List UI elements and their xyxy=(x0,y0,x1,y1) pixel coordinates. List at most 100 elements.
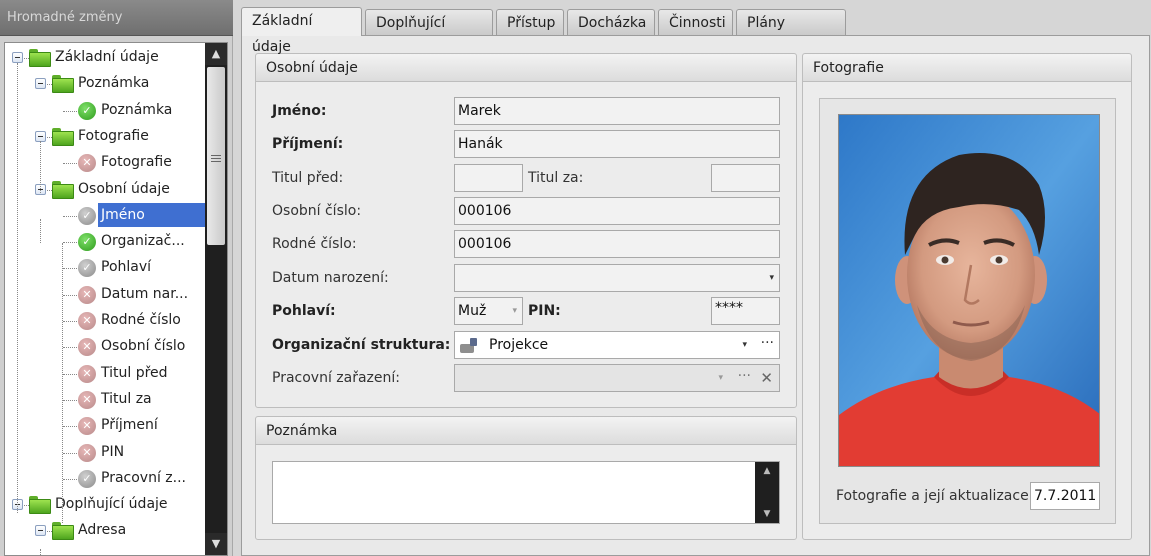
folder-icon xyxy=(52,180,74,199)
scroll-down-icon[interactable]: ▼ xyxy=(755,509,779,519)
last-name-label: Příjmení: xyxy=(272,136,344,152)
cross-status-icon: ✕ xyxy=(78,285,96,304)
tree-item-label: Datum nar... xyxy=(101,285,189,302)
tree-guide-line xyxy=(62,243,63,523)
mass-changes-header: Hromadné změny xyxy=(0,0,233,36)
tree-item[interactable]: Fotografie xyxy=(5,124,205,150)
folder-icon xyxy=(29,49,51,67)
tree-item[interactable]: Základní údaje xyxy=(5,45,205,71)
cross-status-icon: ✕ xyxy=(78,154,96,173)
scroll-up-icon[interactable]: ▲ xyxy=(755,466,779,476)
scroll-up-button[interactable]: ▲ xyxy=(205,43,227,65)
tree-guide-line xyxy=(40,141,41,193)
tree-item[interactable]: ✕ Fotografie xyxy=(5,150,205,176)
tree-scrollbar[interactable]: ▲ ▼ xyxy=(205,43,227,555)
note-textarea[interactable]: ▲ ▼ xyxy=(272,461,780,524)
tree-item[interactable]: Doplňující údaje xyxy=(5,492,205,518)
folder-icon xyxy=(29,496,51,515)
photo-group: Fotografie Fotografie a její aktualizace… xyxy=(802,53,1132,540)
first-name-label: Jméno: xyxy=(272,103,327,119)
ellipsis-icon[interactable]: ··· xyxy=(738,363,751,389)
scroll-thumb[interactable] xyxy=(207,67,225,245)
chevron-down-icon[interactable]: ▾ xyxy=(718,365,723,391)
cross-status-icon: ✕ xyxy=(78,443,96,462)
chevron-down-icon[interactable]: ▾ xyxy=(769,265,774,291)
tab-1[interactable]: Doplňující údaje xyxy=(365,9,493,57)
tree-item-label: Titul před xyxy=(101,364,168,381)
check-status-icon: ✓ xyxy=(78,233,96,252)
birth-date-picker[interactable]: ▾ xyxy=(454,264,780,292)
collapse-icon[interactable] xyxy=(35,78,46,90)
employee-photo[interactable] xyxy=(838,114,1100,467)
title-before-field[interactable] xyxy=(454,164,523,192)
tree-item[interactable]: ✓ Organizač... xyxy=(5,229,205,255)
tree-item[interactable]: Poznámka xyxy=(5,71,205,97)
chevron-down-icon[interactable]: ▾ xyxy=(742,332,747,358)
chevron-down-icon[interactable]: ▾ xyxy=(512,298,517,324)
tree-item-label: Adresa xyxy=(78,522,127,539)
title-after-field[interactable] xyxy=(711,164,780,192)
pin-field[interactable]: **** xyxy=(711,297,780,325)
gender-value: Muž xyxy=(458,303,487,319)
tree-item[interactable]: ✕ Titul za xyxy=(5,387,205,413)
tree-item[interactable]: ✕ Rodné číslo xyxy=(5,308,205,334)
tree-guide-line xyxy=(40,219,41,243)
tree-item[interactable]: ✕ Osobní číslo xyxy=(5,334,205,360)
birth-date-label: Datum narození: xyxy=(272,270,389,286)
title-before-label: Titul před: xyxy=(272,170,344,186)
birth-number-label: Rodné číslo: xyxy=(272,236,357,252)
tree-item[interactable]: ✕ Datum nar... xyxy=(5,282,205,308)
tree-item[interactable]: ✓ Pracovní z... xyxy=(5,466,205,492)
fields-tree[interactable]: ▲ ▼ Základní údaje Poznámka ✓ Poznámka Fotog… xyxy=(4,42,228,556)
note-group: Poznámka ▲ ▼ xyxy=(255,416,797,540)
personal-number-field[interactable]: 000106 xyxy=(454,197,780,225)
first-name-field[interactable]: Marek xyxy=(454,97,780,125)
folder-icon xyxy=(52,522,74,541)
photo-frame: Fotografie a její aktualizace: 7.7.2011 xyxy=(819,98,1116,524)
birth-number-field[interactable]: 000106 xyxy=(454,230,780,258)
job-position-select[interactable]: ▾ ··· ✕ xyxy=(454,364,780,392)
clear-icon[interactable]: ✕ xyxy=(760,365,773,391)
gender-label: Pohlaví: xyxy=(272,303,336,319)
cross-status-icon: ✕ xyxy=(78,417,96,436)
portrait-image xyxy=(839,115,1099,466)
tree-item[interactable]: ✕ Příjmení xyxy=(5,413,205,439)
tree-guide-line xyxy=(40,549,41,555)
last-name-field[interactable]: Hanák xyxy=(454,130,780,158)
personal-number-label: Osobní číslo: xyxy=(272,203,362,219)
gender-select[interactable]: Muž ▾ xyxy=(454,297,523,325)
tree-item[interactable]: ✓ Poznámka xyxy=(5,98,205,124)
scroll-down-button[interactable]: ▼ xyxy=(205,533,227,555)
tree-item-label: Pracovní z... xyxy=(101,469,186,486)
tree-item[interactable]: ✓ Pohlaví xyxy=(5,255,205,281)
collapse-icon[interactable] xyxy=(12,52,23,63)
tab-3[interactable]: Docházka xyxy=(567,9,655,35)
org-structure-select[interactable]: Projekce ▾ ··· xyxy=(454,331,780,359)
photo-update-date[interactable]: 7.7.2011 xyxy=(1030,482,1100,510)
tree-item-label: Příjmení xyxy=(101,417,158,434)
folder-icon xyxy=(52,127,74,146)
tab-5[interactable]: Plány školení xyxy=(736,9,846,57)
tab-2[interactable]: Přístup xyxy=(496,9,564,35)
check-status-icon: ✓ xyxy=(78,206,96,225)
org-structure-label: Organizační struktura: xyxy=(272,337,451,353)
personal-data-group: Osobní údaje Jméno: Marek Příjmení: Haná… xyxy=(255,53,797,408)
mass-changes-panel: Hromadné změny ▲ ▼ Základní údaje Poznámk… xyxy=(0,0,233,556)
ellipsis-icon[interactable]: ··· xyxy=(761,330,774,356)
note-title: Poznámka xyxy=(256,417,796,445)
tree-item[interactable]: ✕ PIN xyxy=(5,440,205,466)
tab-4[interactable]: Činnosti xyxy=(658,9,733,35)
tab-0[interactable]: Základní údaje xyxy=(241,7,362,55)
check-status-icon: ✓ xyxy=(78,259,96,278)
tree-item-label: Osobní číslo xyxy=(101,338,186,355)
pin-label: PIN: xyxy=(528,303,561,319)
note-scrollbar[interactable]: ▲ ▼ xyxy=(755,462,779,523)
tree-item-label: Základní údaje xyxy=(55,49,159,65)
collapse-icon[interactable] xyxy=(35,525,46,537)
check-status-icon: ✓ xyxy=(78,101,96,120)
tree-item[interactable]: ✓ Jméno xyxy=(5,202,205,229)
tree-item[interactable]: ✕ Titul před xyxy=(5,361,205,387)
tree-item[interactable]: Adresa xyxy=(5,518,205,544)
tree-item[interactable]: Osobní údaje xyxy=(5,177,205,203)
tree-item-label: PIN xyxy=(101,443,125,460)
